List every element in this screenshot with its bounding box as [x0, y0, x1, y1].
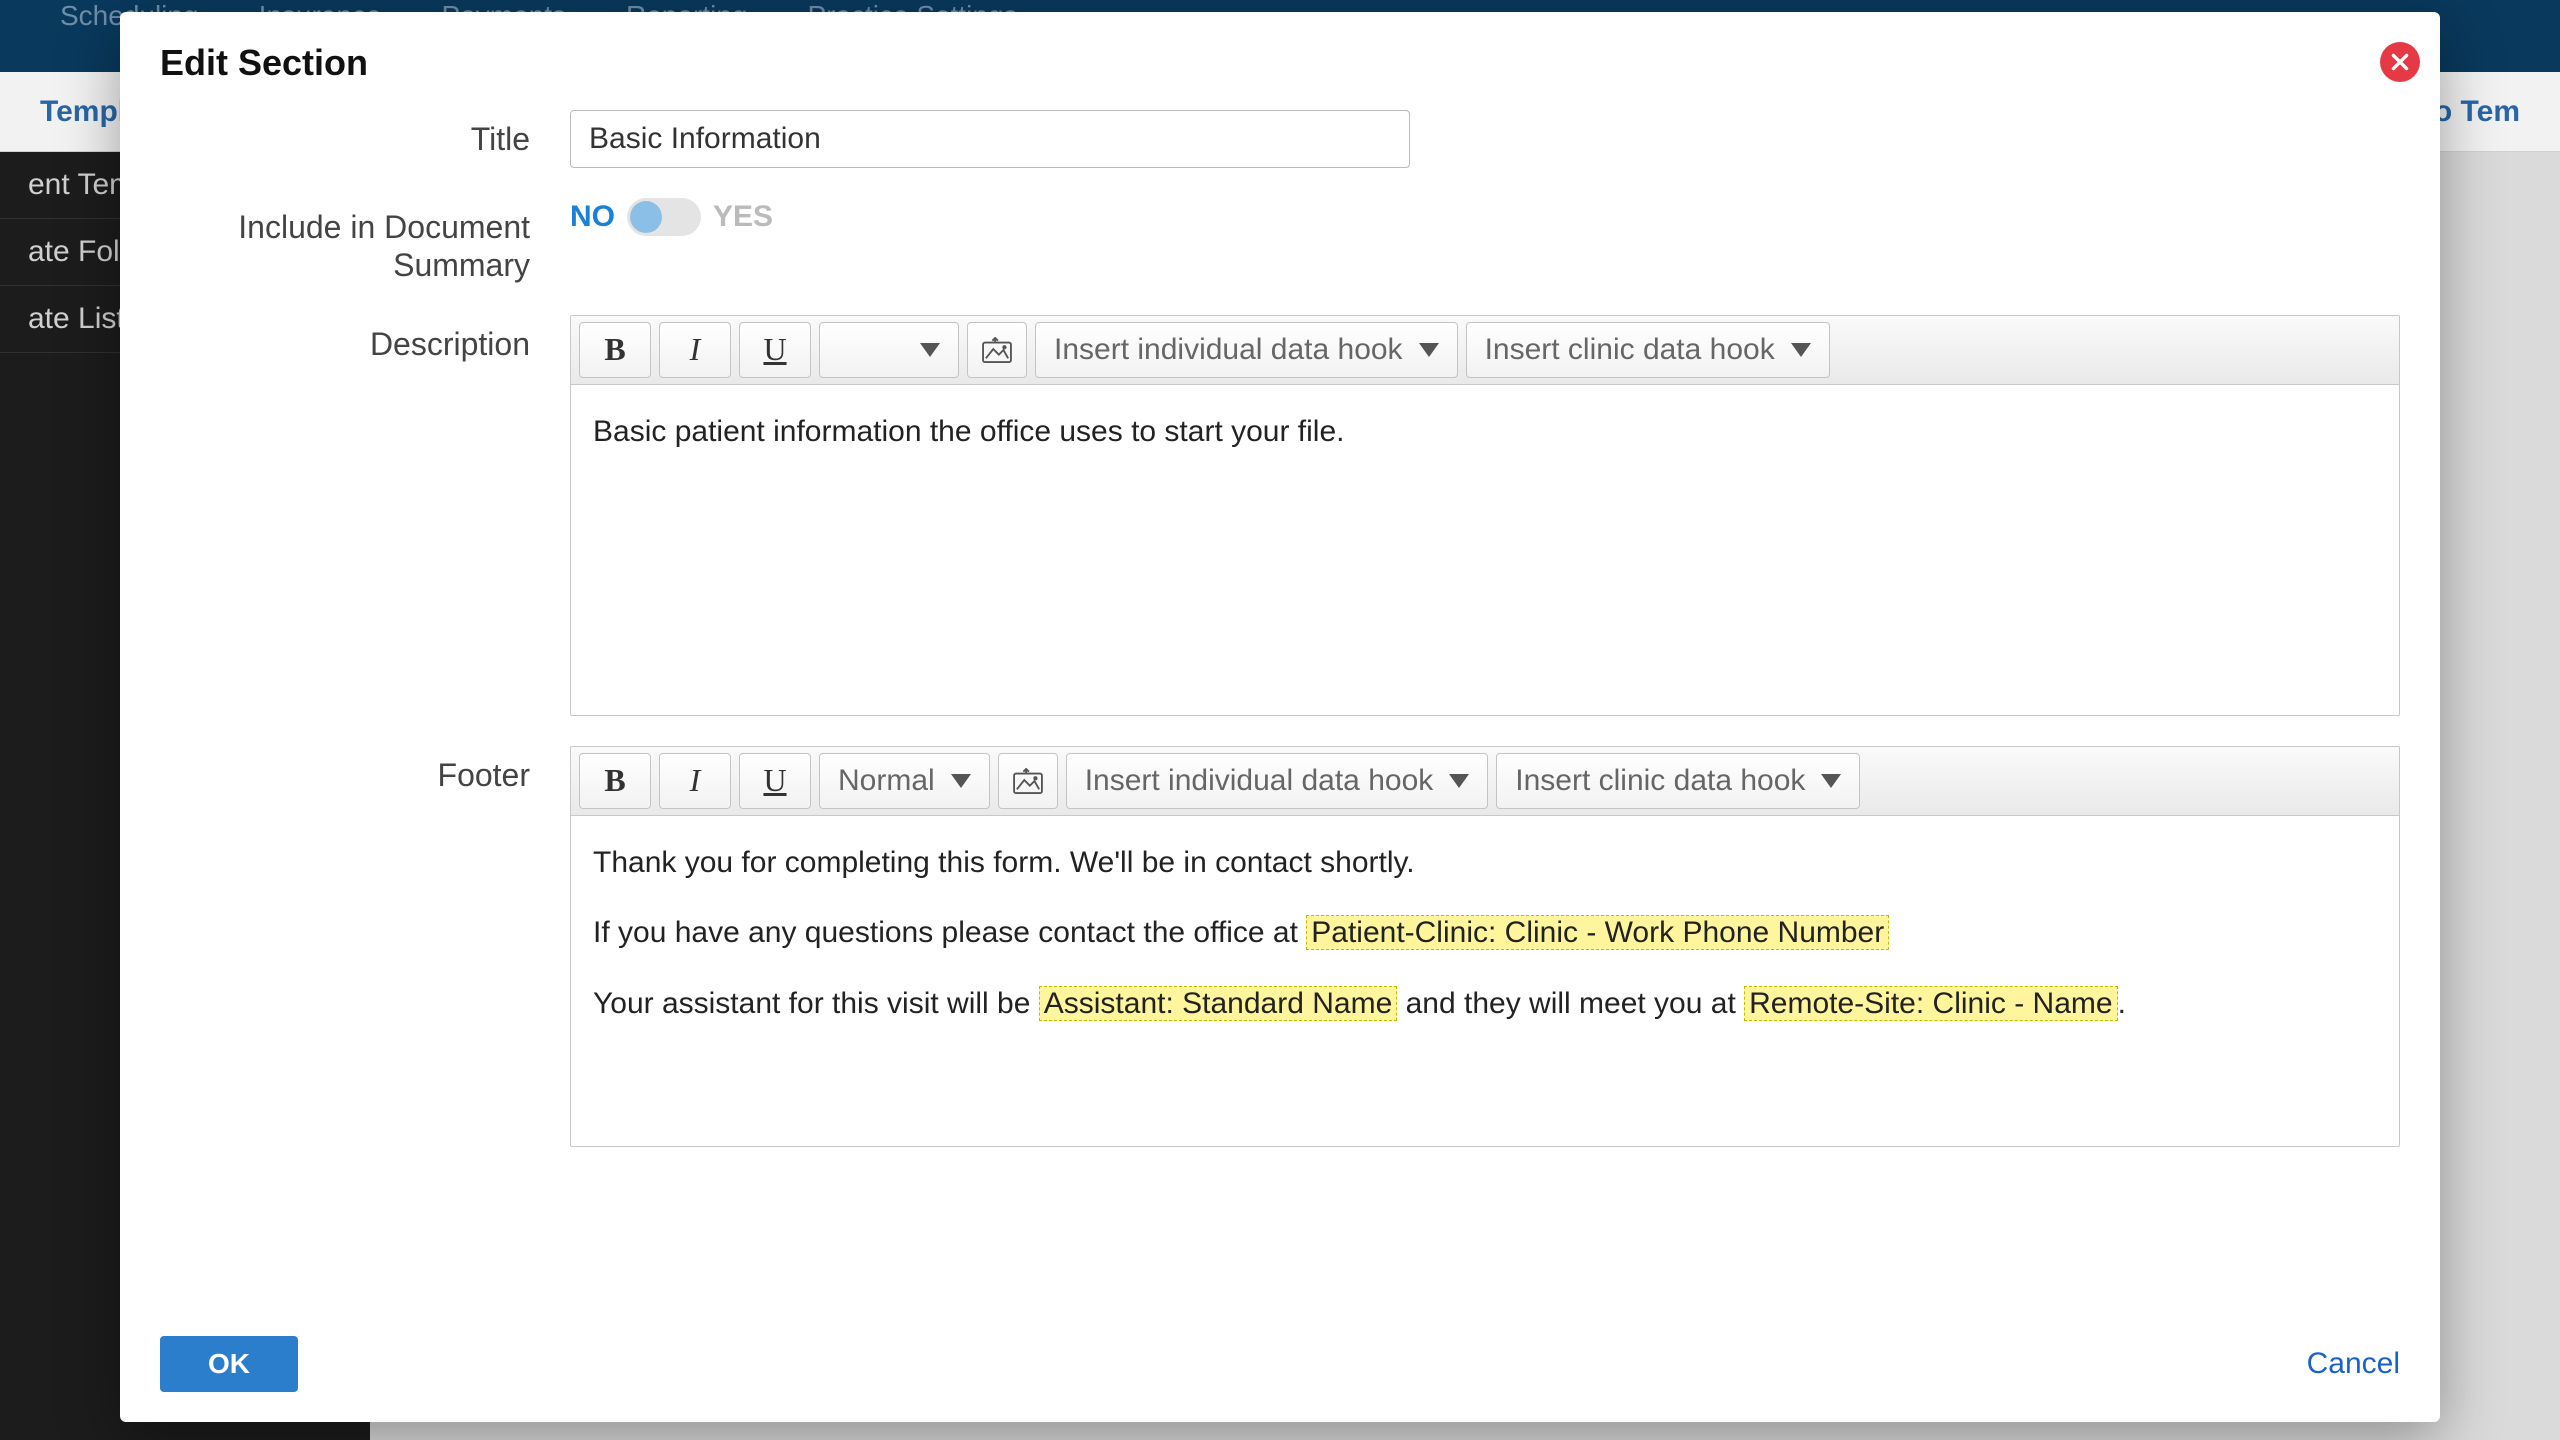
- data-hook-remote-site-name[interactable]: Remote-Site: Clinic - Name: [1744, 986, 2117, 1021]
- bold-button[interactable]: B: [579, 753, 651, 809]
- chevron-down-icon: [920, 343, 940, 357]
- toggle-no-label: NO: [570, 200, 615, 234]
- insert-image-button[interactable]: [998, 753, 1058, 809]
- underline-button[interactable]: U: [739, 753, 811, 809]
- individual-hook-dropdown[interactable]: Insert individual data hook: [1035, 322, 1458, 378]
- close-button[interactable]: [2380, 42, 2420, 82]
- modal-heading: Edit Section: [160, 42, 2400, 84]
- clinic-hook-label: Insert clinic data hook: [1485, 333, 1775, 367]
- description-body[interactable]: Basic patient information the office use…: [571, 385, 2399, 715]
- footer-p3-post: .: [2118, 987, 2126, 1020]
- footer-paragraph-3: Your assistant for this visit will be As…: [593, 981, 2377, 1028]
- label-title: Title: [160, 110, 570, 168]
- bold-button[interactable]: B: [579, 322, 651, 378]
- footer-toolbar: B I U Normal Insert individual data hook: [571, 747, 2399, 816]
- modal-actions: OK Cancel: [160, 1316, 2400, 1392]
- label-footer: Footer: [160, 746, 570, 1147]
- description-editor: B I U Insert individual data hook Insert: [570, 315, 2400, 716]
- data-hook-patient-clinic-phone[interactable]: Patient-Clinic: Clinic - Work Phone Numb…: [1306, 915, 1889, 950]
- footer-paragraph-1: Thank you for completing this form. We'l…: [593, 840, 2377, 887]
- close-icon: [2389, 51, 2411, 73]
- chevron-down-icon: [1449, 774, 1469, 788]
- data-hook-assistant-name[interactable]: Assistant: Standard Name: [1039, 986, 1398, 1021]
- individual-hook-label: Insert individual data hook: [1085, 764, 1434, 798]
- chevron-down-icon: [951, 774, 971, 788]
- chevron-down-icon: [1419, 343, 1439, 357]
- include-summary-toggle[interactable]: [627, 198, 701, 236]
- edit-section-modal: Edit Section Title Include in Document S…: [120, 12, 2440, 1422]
- footer-p2-text: If you have any questions please contact…: [593, 916, 1306, 949]
- row-title: Title: [160, 110, 2400, 168]
- insert-image-button[interactable]: [967, 322, 1027, 378]
- individual-hook-label: Insert individual data hook: [1054, 333, 1403, 367]
- ok-button[interactable]: OK: [160, 1336, 298, 1392]
- image-icon: [982, 337, 1012, 363]
- underline-button[interactable]: U: [739, 322, 811, 378]
- footer-editor: B I U Normal Insert individual data hook: [570, 746, 2400, 1147]
- footer-body[interactable]: Thank you for completing this form. We'l…: [571, 816, 2399, 1146]
- individual-hook-dropdown[interactable]: Insert individual data hook: [1066, 753, 1489, 809]
- clinic-hook-dropdown[interactable]: Insert clinic data hook: [1496, 753, 1860, 809]
- format-label: Normal: [838, 764, 935, 798]
- row-description: Description B I U Insert individual data…: [160, 315, 2400, 716]
- footer-paragraph-2: If you have any questions please contact…: [593, 910, 2377, 957]
- toggle-yes-label: YES: [713, 200, 773, 234]
- format-dropdown[interactable]: [819, 322, 959, 378]
- italic-button[interactable]: I: [659, 322, 731, 378]
- description-toolbar: B I U Insert individual data hook Insert: [571, 316, 2399, 385]
- clinic-hook-label: Insert clinic data hook: [1515, 764, 1805, 798]
- label-description: Description: [160, 315, 570, 716]
- footer-p3-mid: and they will meet you at: [1397, 987, 1744, 1020]
- chevron-down-icon: [1791, 343, 1811, 357]
- row-include-summary: Include in Document Summary NO YES: [160, 198, 2400, 285]
- image-icon: [1013, 768, 1043, 794]
- title-input[interactable]: [570, 110, 1410, 168]
- chevron-down-icon: [1821, 774, 1841, 788]
- format-dropdown[interactable]: Normal: [819, 753, 990, 809]
- toggle-knob: [630, 201, 662, 233]
- cancel-button[interactable]: Cancel: [2307, 1347, 2400, 1381]
- row-footer: Footer B I U Normal: [160, 746, 2400, 1147]
- clinic-hook-dropdown[interactable]: Insert clinic data hook: [1466, 322, 1830, 378]
- label-include-summary: Include in Document Summary: [160, 198, 570, 285]
- footer-p3-pre: Your assistant for this visit will be: [593, 987, 1039, 1020]
- italic-button[interactable]: I: [659, 753, 731, 809]
